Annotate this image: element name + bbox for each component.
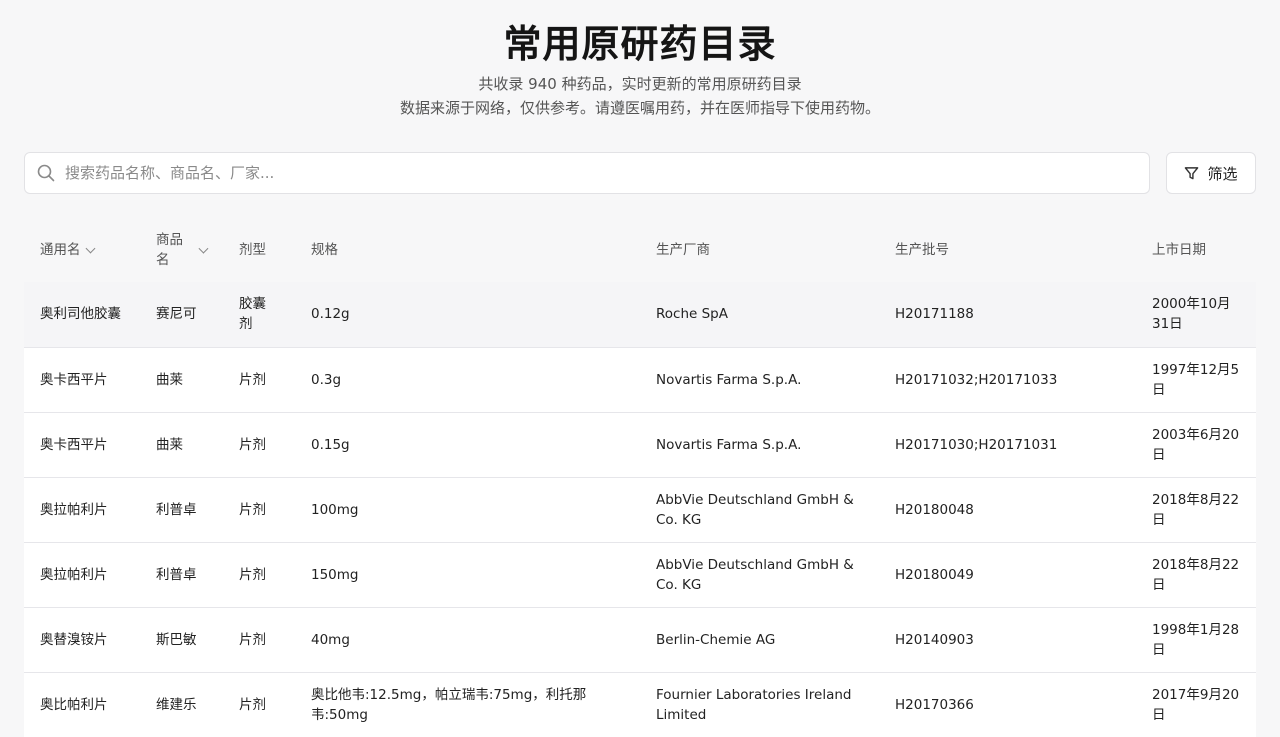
filter-label: 筛选 [1207, 164, 1238, 183]
generic-name-cell: 奥拉帕利片 [24, 476, 140, 542]
generic-name-cell: 奥替溴铵片 [24, 606, 140, 672]
brand-name-cell: 利普卓 [140, 541, 223, 607]
dosage-form-cell: 片剂 [223, 541, 295, 607]
drug-table: 通用名 商品名 剂型 规格 生产厂商 生产批号 上市日期 奥利司他胶囊 赛尼可 胶囊… [24, 218, 1256, 737]
batch-number-cell: H20180048 [879, 476, 1136, 542]
specification-cell: 奥比他韦:12.5mg，帕立瑞韦:75mg，利托那韦:50mg [295, 671, 640, 737]
table-row[interactable]: 奥卡西平片 曲莱 片剂 0.3g Novartis Farma S.p.A. H20171… [24, 346, 1256, 412]
table-row[interactable]: 奥替溴铵片 斯巴敏 片剂 40mg Berlin-Chemie AG H20140903 1… [24, 606, 1256, 672]
launch-date-cell: 1998年1月28日 [1136, 606, 1256, 672]
table-body: 奥利司他胶囊 赛尼可 胶囊剂 0.12g Roche SpA H20171188 2000年… [24, 282, 1256, 737]
launch-date-cell: 2003年6月20日 [1136, 411, 1256, 477]
table-row[interactable]: 奥拉帕利片 利普卓 片剂 150mg AbbVie Deutschland GmbH &… [24, 541, 1256, 607]
specification-cell: 0.3g [295, 346, 640, 412]
filter-icon [1185, 166, 1199, 179]
generic-name-cell: 奥卡西平片 [24, 411, 140, 477]
manufacturer-cell: Berlin-Chemie AG [640, 606, 879, 672]
manufacturer-cell: AbbVie Deutschland GmbH & Co. KG [640, 476, 879, 542]
generic-name-cell: 奥利司他胶囊 [24, 282, 140, 347]
manufacturer-cell: Roche SpA [640, 282, 879, 347]
brand-name-cell: 维建乐 [140, 671, 223, 737]
column-header-manufacturer: 生产厂商 [640, 218, 879, 282]
launch-date-cell: 2018年8月22日 [1136, 476, 1256, 542]
page-subtitle: 共收录 940 种药品，实时更新的常用原研药目录 数据来源于网络，仅供参考。请遵… [0, 72, 1280, 120]
manufacturer-cell: Novartis Farma S.p.A. [640, 346, 879, 412]
brand-name-cell: 赛尼可 [140, 282, 223, 347]
generic-name-cell: 奥卡西平片 [24, 346, 140, 412]
column-label: 通用名 [40, 242, 81, 258]
dosage-form-cell: 片剂 [223, 671, 295, 737]
column-header-batch-number: 生产批号 [879, 218, 1136, 282]
table-row[interactable]: 奥比帕利片 维建乐 片剂 奥比他韦:12.5mg，帕立瑞韦:75mg，利托那韦:50m… [24, 671, 1256, 737]
specification-cell: 0.12g [295, 282, 640, 347]
toolbar: 筛选 [24, 152, 1256, 194]
manufacturer-cell: AbbVie Deutschland GmbH & Co. KG [640, 541, 879, 607]
table-header-row: 通用名 商品名 剂型 规格 生产厂商 生产批号 上市日期 [24, 218, 1256, 282]
brand-name-cell: 斯巴敏 [140, 606, 223, 672]
specification-cell: 40mg [295, 606, 640, 672]
launch-date-cell: 2018年8月22日 [1136, 541, 1256, 607]
dosage-form-cell: 片剂 [223, 346, 295, 412]
column-header-brand-name[interactable]: 商品名 [140, 218, 223, 282]
brand-name-cell: 曲莱 [140, 346, 223, 412]
dosage-form-cell: 片剂 [223, 476, 295, 542]
filter-button[interactable]: 筛选 [1166, 152, 1256, 194]
table-row[interactable]: 奥拉帕利片 利普卓 片剂 100mg AbbVie Deutschland GmbH &… [24, 476, 1256, 542]
brand-name-cell: 利普卓 [140, 476, 223, 542]
page-title: 常用原研药目录 [503, 22, 777, 66]
search-icon [37, 164, 55, 182]
batch-number-cell: H20170366 [879, 671, 1136, 737]
column-header-specification: 规格 [295, 218, 640, 282]
dosage-form-cell: 胶囊剂 [223, 282, 295, 347]
column-label: 商品名 [156, 232, 183, 268]
page-header: 常用原研药目录 共收录 940 种药品，实时更新的常用原研药目录 数据来源于网络… [0, 0, 1280, 120]
batch-number-cell: H20180049 [879, 541, 1136, 607]
table-row[interactable]: 奥卡西平片 曲莱 片剂 0.15g Novartis Farma S.p.A. H2017… [24, 411, 1256, 477]
batch-number-cell: H20171030;H20171031 [879, 411, 1136, 477]
subtitle-disclaimer: 数据来源于网络，仅供参考。请遵医嘱用药，并在医师指导下使用药物。 [399, 99, 880, 117]
dosage-form-cell: 片剂 [223, 606, 295, 672]
dosage-form-cell: 片剂 [223, 411, 295, 477]
specification-cell: 100mg [295, 476, 640, 542]
batch-number-cell: H20140903 [879, 606, 1136, 672]
launch-date-cell: 2000年10月31日 [1136, 282, 1256, 347]
column-header-dosage-form: 剂型 [223, 218, 295, 282]
search-box[interactable] [24, 152, 1150, 194]
batch-number-cell: H20171188 [879, 282, 1136, 347]
batch-number-cell: H20171032;H20171033 [879, 346, 1136, 412]
column-header-launch-date: 上市日期 [1136, 218, 1256, 282]
manufacturer-cell: Fournier Laboratories Ireland Limited [640, 671, 879, 737]
generic-name-cell: 奥拉帕利片 [24, 541, 140, 607]
specification-cell: 0.15g [295, 411, 640, 477]
column-header-generic-name[interactable]: 通用名 [24, 218, 140, 282]
specification-cell: 150mg [295, 541, 640, 607]
chevron-down-icon [85, 243, 95, 253]
table-row[interactable]: 奥利司他胶囊 赛尼可 胶囊剂 0.12g Roche SpA H20171188 2000年… [24, 282, 1256, 347]
generic-name-cell: 奥比帕利片 [24, 671, 140, 737]
launch-date-cell: 2017年9月20日 [1136, 671, 1256, 737]
search-input[interactable] [65, 164, 1149, 182]
chevron-down-icon [198, 243, 209, 253]
manufacturer-cell: Novartis Farma S.p.A. [640, 411, 879, 477]
brand-name-cell: 曲莱 [140, 411, 223, 477]
launch-date-cell: 1997年12月5日 [1136, 346, 1256, 412]
subtitle-count: 共收录 940 种药品，实时更新的常用原研药目录 [478, 75, 802, 93]
